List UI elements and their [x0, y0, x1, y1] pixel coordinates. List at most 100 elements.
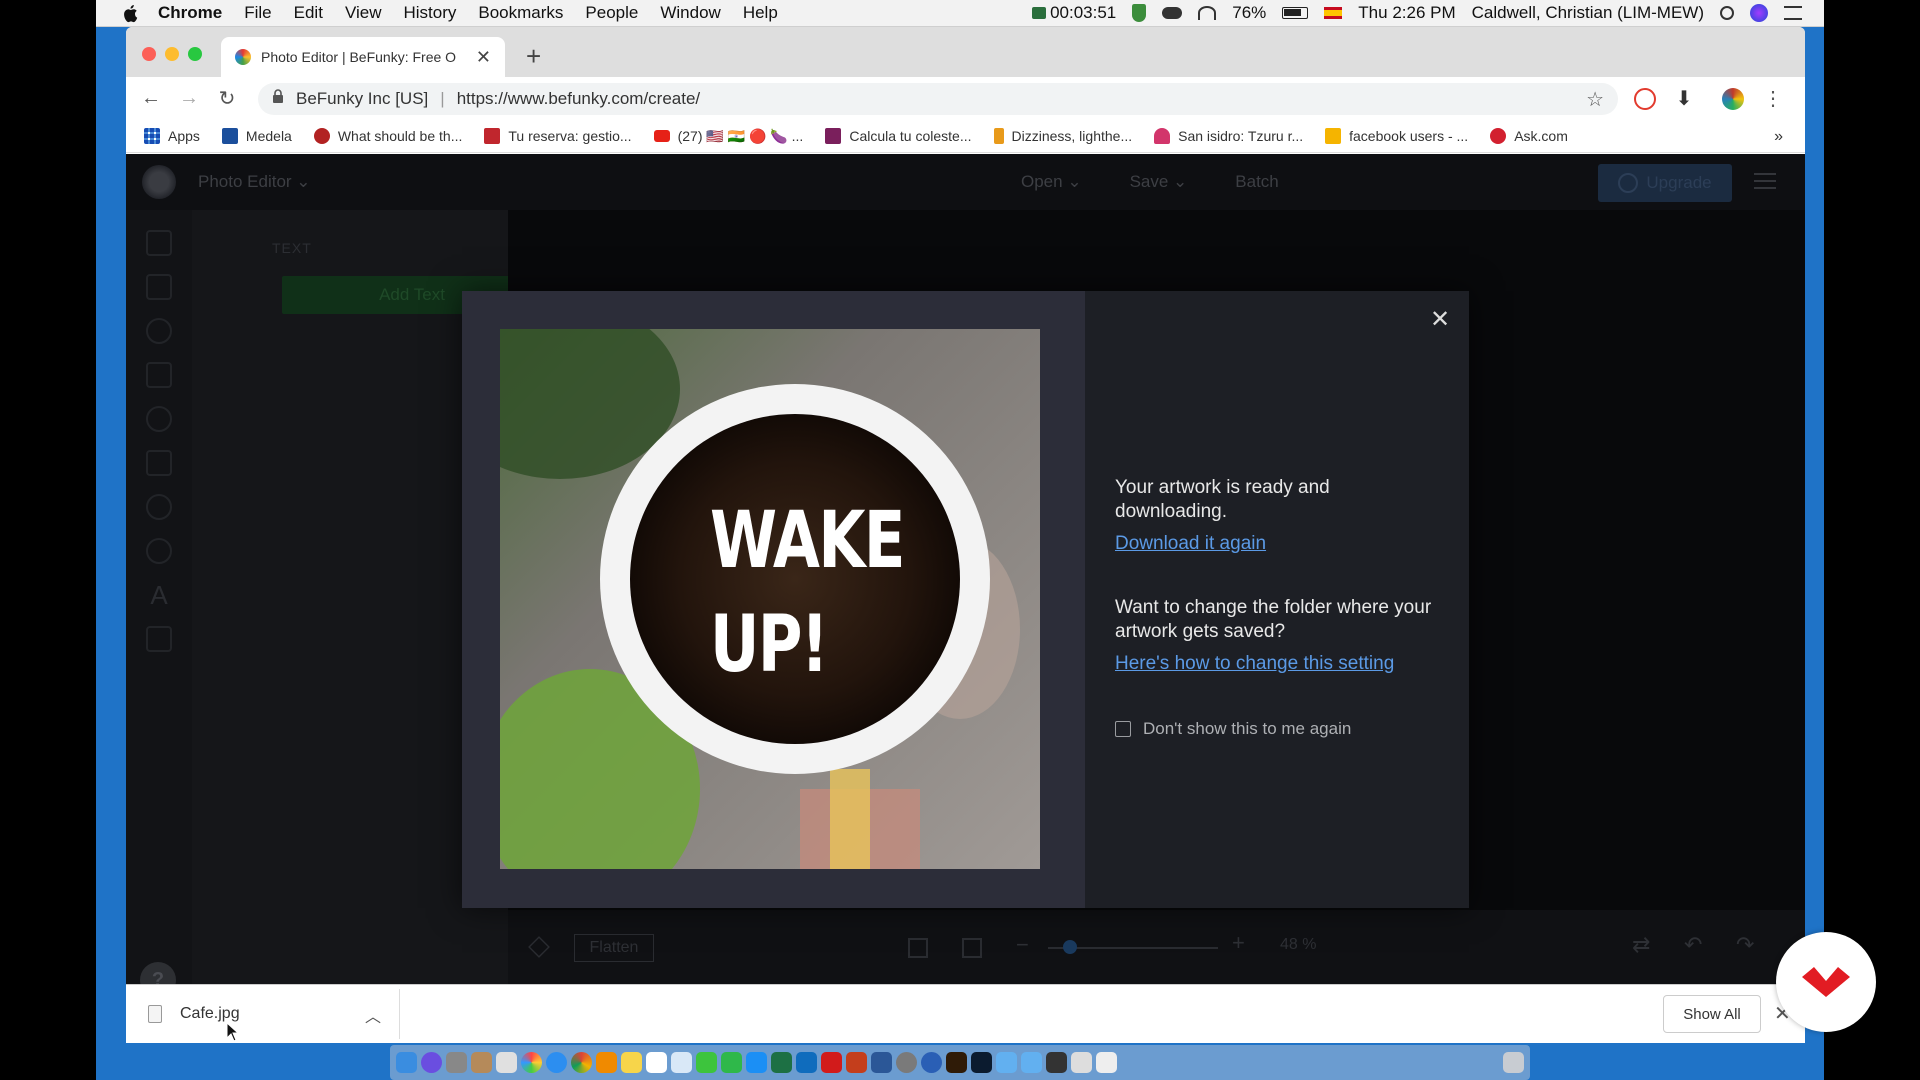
safari-icon[interactable]	[546, 1052, 567, 1073]
save-menu[interactable]: Save ⌄	[1130, 172, 1188, 192]
menu-view[interactable]: View	[345, 3, 382, 23]
shape-tool-icon[interactable]	[146, 538, 172, 564]
undo-icon[interactable]: ↶	[1684, 932, 1702, 958]
acrobat-icon[interactable]	[821, 1052, 842, 1073]
bookmark-medela[interactable]: Medela	[221, 128, 292, 144]
menu-help[interactable]: Help	[743, 3, 778, 23]
new-tab-button[interactable]: +	[526, 41, 541, 72]
bookmark-quora[interactable]: What should be th...	[313, 128, 462, 144]
finder-icon[interactable]	[396, 1052, 417, 1073]
upgrade-button[interactable]: Upgrade	[1598, 164, 1732, 202]
photoshop-icon[interactable]	[971, 1052, 992, 1073]
battery-icon[interactable]	[1282, 7, 1309, 19]
siri-dock-icon[interactable]	[421, 1052, 442, 1073]
profile-avatar[interactable]	[1722, 88, 1744, 110]
texture-tool-icon[interactable]	[146, 626, 172, 652]
window-thumbnail-icon[interactable]	[1046, 1052, 1067, 1073]
close-window-button[interactable]	[142, 47, 156, 61]
adjust-tool-icon[interactable]	[146, 274, 172, 300]
address-bar[interactable]: BeFunky Inc [US] | https://www.befunky.c…	[258, 83, 1618, 115]
preview-icon[interactable]	[671, 1052, 692, 1073]
eye-tool-icon[interactable]	[146, 318, 172, 344]
calendar-icon[interactable]	[646, 1052, 667, 1073]
bookmarks-overflow-button[interactable]: »	[1774, 128, 1783, 146]
messages-icon[interactable]	[696, 1052, 717, 1073]
help-button[interactable]: ?	[140, 962, 176, 984]
chrome-menu-icon[interactable]: ⋮	[1762, 88, 1784, 110]
clock[interactable]: Thu 2:26 PM	[1358, 3, 1455, 23]
recording-timer[interactable]: 00:03:51	[1032, 3, 1116, 23]
bookmark-dizziness[interactable]: Dizziness, lighthe...	[993, 128, 1132, 144]
quicktime-icon[interactable]	[921, 1052, 942, 1073]
trash-icon[interactable]	[1503, 1052, 1524, 1073]
powerpoint-icon[interactable]	[846, 1052, 867, 1073]
folder-icon[interactable]	[996, 1052, 1017, 1073]
flag-spain-icon[interactable]	[1324, 7, 1343, 19]
hamburger-menu-icon[interactable]	[1754, 173, 1776, 189]
change-setting-link[interactable]: Here's how to change this setting	[1115, 653, 1394, 675]
zoom-in-icon[interactable]: +	[1232, 930, 1245, 956]
bookmark-reserva[interactable]: Tu reserva: gestio...	[484, 128, 632, 144]
actual-size-icon[interactable]	[962, 938, 982, 958]
folder-icon[interactable]	[1021, 1052, 1042, 1073]
app-store-icon[interactable]	[746, 1052, 767, 1073]
extension-flash-icon[interactable]	[1634, 88, 1656, 110]
batch-button[interactable]: Batch	[1235, 172, 1278, 192]
heart-tool-icon[interactable]	[146, 494, 172, 520]
excel-icon[interactable]	[771, 1052, 792, 1073]
zoom-window-button[interactable]	[188, 47, 202, 61]
text-tool-icon[interactable]: A	[146, 582, 172, 608]
apple-icon[interactable]	[120, 3, 140, 23]
window-thumbnail-icon[interactable]	[1096, 1052, 1117, 1073]
bookmark-colesterol[interactable]: Calcula tu coleste...	[825, 128, 972, 144]
close-tab-icon[interactable]: ✕	[476, 47, 491, 68]
download-again-link[interactable]: Download it again	[1115, 533, 1266, 555]
bookmark-apps[interactable]: Apps	[144, 128, 200, 144]
spotlight-search-icon[interactable]	[1720, 6, 1734, 20]
chevron-up-icon[interactable]: ︿	[365, 1003, 381, 1027]
compare-icon[interactable]: ⇄	[1632, 932, 1650, 958]
menu-people[interactable]: People	[585, 3, 638, 23]
image-tool-icon[interactable]	[146, 230, 172, 256]
siri-icon[interactable]	[1750, 4, 1768, 22]
outlook-icon[interactable]	[796, 1052, 817, 1073]
download-item-cafe[interactable]: Cafe.jpg ︿	[132, 989, 400, 1039]
facetime-icon[interactable]	[721, 1052, 742, 1073]
zoom-out-icon[interactable]: −	[1016, 932, 1029, 958]
forward-button[interactable]: →	[176, 86, 202, 112]
menu-edit[interactable]: Edit	[294, 3, 323, 23]
bookmark-youtube[interactable]: (27) 🇺🇸 🇮🇳 🔴 🍆 ...	[653, 128, 803, 145]
menu-app-name[interactable]: Chrome	[158, 3, 222, 23]
layers-icon[interactable]	[528, 936, 550, 958]
dont-show-checkbox-row[interactable]: Don't show this to me again	[1115, 719, 1351, 739]
reminders-icon[interactable]	[496, 1052, 517, 1073]
show-all-downloads-button[interactable]: Show All	[1663, 995, 1761, 1033]
bookmark-ask[interactable]: Ask.com	[1490, 128, 1568, 144]
tab-befunky[interactable]: Photo Editor | BeFunky: Free O ✕	[221, 37, 505, 77]
bookmark-facebook-users[interactable]: facebook users - ...	[1325, 128, 1468, 144]
menu-history[interactable]: History	[403, 3, 456, 23]
shield-icon[interactable]	[1132, 4, 1147, 22]
system-preferences-icon[interactable]	[896, 1052, 917, 1073]
menu-window[interactable]: Window	[660, 3, 720, 23]
star-tool-icon[interactable]	[146, 362, 172, 388]
bookmark-star-icon[interactable]: ☆	[1586, 87, 1604, 112]
word-icon[interactable]	[871, 1052, 892, 1073]
open-menu[interactable]: Open ⌄	[1021, 172, 1082, 192]
user-name[interactable]: Caldwell, Christian (LIM-MEW)	[1472, 3, 1704, 23]
notification-center-icon[interactable]	[1784, 6, 1802, 20]
befunky-logo-icon[interactable]	[142, 165, 176, 199]
close-modal-icon[interactable]: ✕	[1424, 303, 1456, 335]
cloud-icon[interactable]	[1162, 7, 1183, 19]
extension-download-icon[interactable]: ⬇	[1673, 88, 1695, 110]
redo-icon[interactable]: ↷	[1736, 932, 1754, 958]
back-button[interactable]: ←	[138, 86, 164, 112]
reload-button[interactable]: ↻	[214, 86, 240, 112]
launchpad-icon[interactable]	[446, 1052, 467, 1073]
menu-bookmarks[interactable]: Bookmarks	[478, 3, 563, 23]
vlc-icon[interactable]	[596, 1052, 617, 1073]
notes-icon[interactable]	[621, 1052, 642, 1073]
minimize-window-button[interactable]	[165, 47, 179, 61]
effects-tool-icon[interactable]	[146, 406, 172, 432]
contacts-icon[interactable]	[471, 1052, 492, 1073]
